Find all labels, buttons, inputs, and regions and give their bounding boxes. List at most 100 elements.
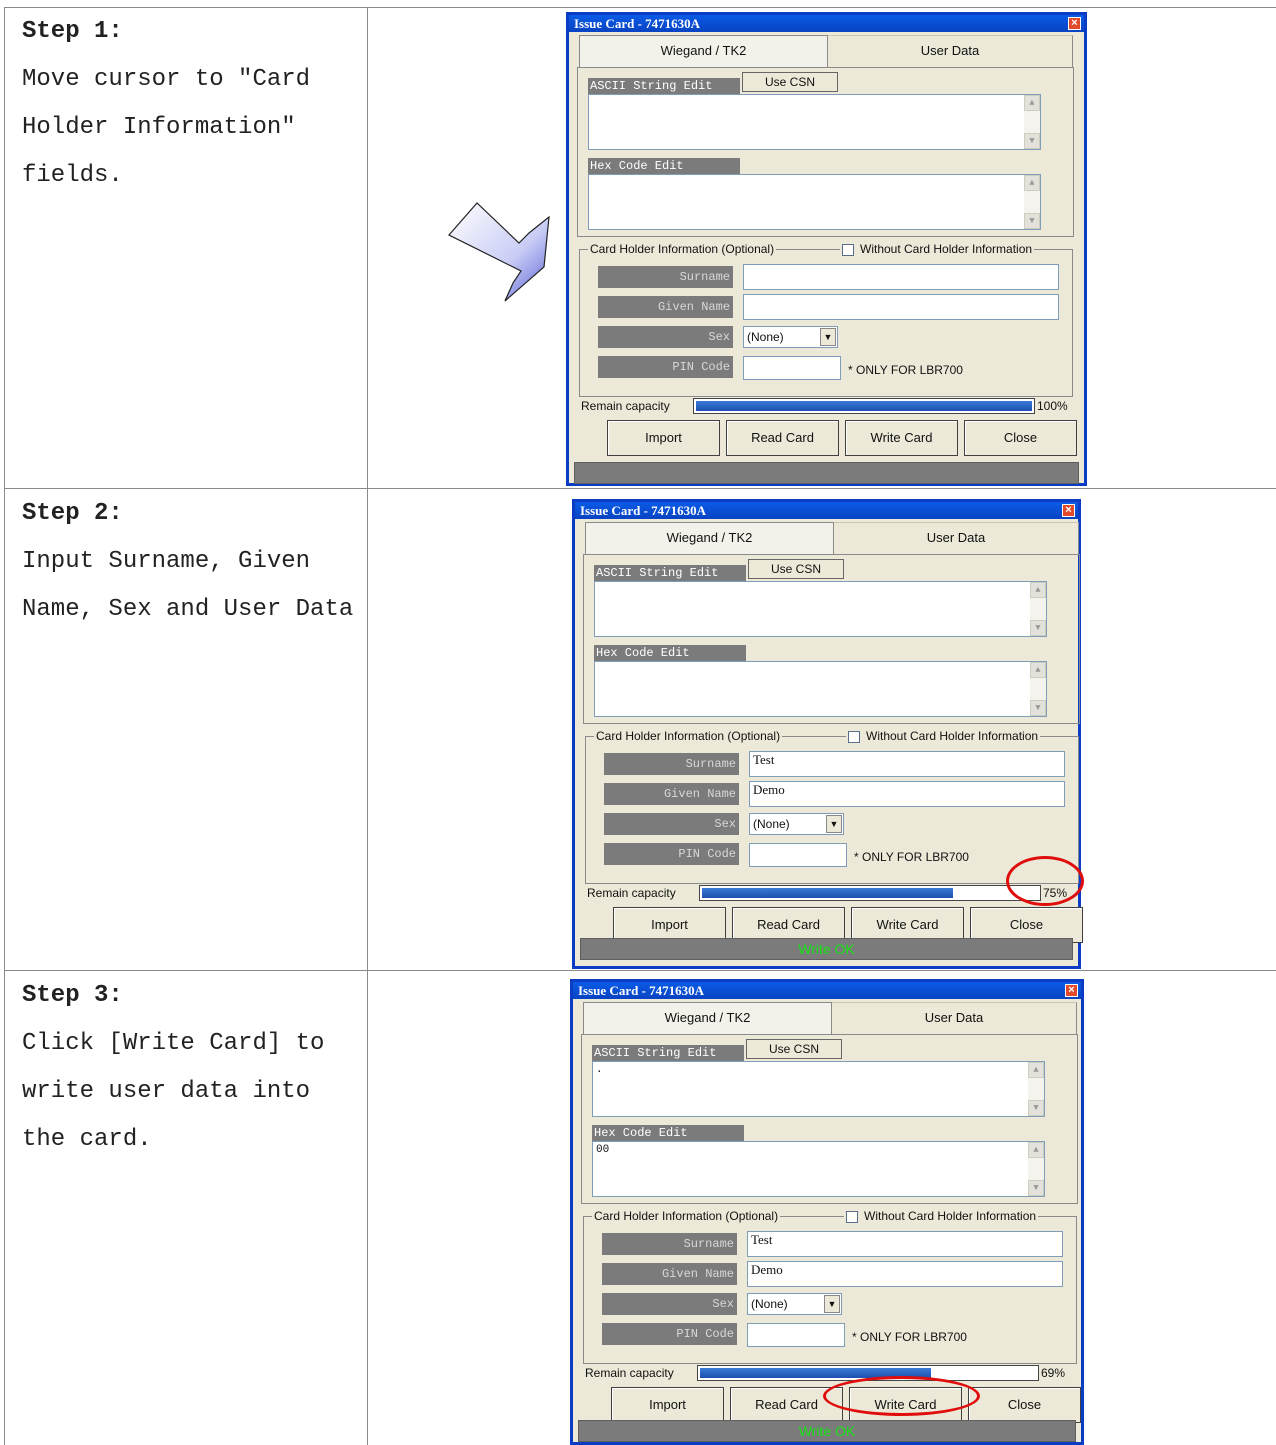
close-button[interactable]: Close: [964, 420, 1077, 456]
surname-input[interactable]: [743, 264, 1059, 290]
hex-code-input[interactable]: ▲ ▼: [588, 174, 1041, 230]
step-2-text: Step 2: Input Surname, Given Name, Sex a…: [22, 490, 362, 634]
close-button[interactable]: Close: [968, 1387, 1081, 1423]
issue-card-dialog: Issue Card - 7471630A × Wiegand / TK2 Us…: [572, 499, 1083, 969]
scroll-up-icon[interactable]: ▲: [1030, 582, 1046, 598]
tab-user-data[interactable]: User Data: [832, 1002, 1077, 1034]
sex-select[interactable]: (None) ▼: [747, 1293, 842, 1315]
surname-label: Surname: [604, 753, 739, 775]
capacity-progress-fill: [696, 401, 1032, 411]
scroll-up-icon[interactable]: ▲: [1024, 95, 1040, 111]
given-name-label: Given Name: [604, 783, 739, 805]
title-bar[interactable]: Issue Card - 7471630A ×: [575, 502, 1078, 519]
tab-user-data[interactable]: User Data: [828, 35, 1073, 67]
hex-scrollbar[interactable]: ▲ ▼: [1030, 662, 1046, 716]
without-card-holder-checkbox[interactable]: [846, 1210, 858, 1223]
issue-card-dialog: Issue Card - 7471630A × Wiegand / TK2 Us…: [570, 979, 1084, 1445]
scroll-down-icon[interactable]: ▼: [1030, 700, 1046, 716]
without-card-holder-label: Without Card Holder Information: [866, 729, 1039, 743]
scroll-down-icon[interactable]: ▼: [1028, 1100, 1044, 1116]
surname-input[interactable]: Test: [749, 751, 1065, 777]
write-card-button[interactable]: Write Card: [845, 420, 958, 456]
table-border-mid: [367, 7, 368, 1445]
sex-select[interactable]: (None) ▼: [743, 326, 838, 348]
scroll-up-icon[interactable]: ▲: [1030, 662, 1046, 678]
ascii-string-input[interactable]: . ▲ ▼: [592, 1061, 1045, 1117]
step-3-body: Click [Write Card] to write user data in…: [22, 1030, 325, 1153]
without-card-holder-option[interactable]: Without Card Holder Information: [840, 242, 1035, 256]
sex-label: Sex: [598, 326, 733, 348]
given-name-input[interactable]: [743, 294, 1059, 320]
hex-scrollbar[interactable]: ▲ ▼: [1028, 1142, 1044, 1196]
hex-code-input[interactable]: ▲ ▼: [594, 661, 1047, 717]
use-csn-button[interactable]: Use CSN: [746, 1039, 842, 1059]
card-holder-group-label: Card Holder Information (Optional): [588, 242, 777, 256]
chevron-down-icon[interactable]: ▼: [820, 328, 836, 346]
capacity-percent: 69%: [1041, 1366, 1066, 1380]
close-icon[interactable]: ×: [1062, 504, 1075, 517]
dialog-title: Issue Card - 7471630A: [578, 983, 705, 998]
pin-code-label: PIN Code: [604, 843, 739, 865]
hex-code-value: 00: [596, 1144, 610, 1156]
pin-code-input[interactable]: [743, 356, 841, 380]
close-icon[interactable]: ×: [1065, 984, 1078, 997]
sex-label: Sex: [602, 1293, 737, 1315]
step-1-title: Step 1:: [22, 18, 123, 45]
chevron-down-icon[interactable]: ▼: [824, 1295, 840, 1313]
ascii-string-label: ASCII String Edit: [588, 78, 740, 94]
title-bar[interactable]: Issue Card - 7471630A ×: [569, 15, 1084, 32]
remain-capacity-label: Remain capacity: [587, 886, 676, 900]
without-card-holder-checkbox[interactable]: [842, 243, 854, 256]
import-button[interactable]: Import: [611, 1387, 724, 1423]
surname-input[interactable]: Test: [747, 1231, 1063, 1257]
title-bar[interactable]: Issue Card - 7471630A ×: [573, 982, 1081, 999]
tab-wiegand-tk2[interactable]: Wiegand / TK2: [585, 522, 834, 554]
card-holder-group: Card Holder Information (Optional) Witho…: [585, 729, 1079, 884]
given-name-input[interactable]: Demo: [747, 1261, 1063, 1287]
ascii-string-input[interactable]: ▲ ▼: [594, 581, 1047, 637]
remain-capacity-label: Remain capacity: [585, 1366, 674, 1380]
hex-scrollbar[interactable]: ▲ ▼: [1024, 175, 1040, 229]
scroll-down-icon[interactable]: ▼: [1030, 620, 1046, 636]
scroll-down-icon[interactable]: ▼: [1024, 213, 1040, 229]
sex-select[interactable]: (None) ▼: [749, 813, 844, 835]
table-border-left: [4, 7, 5, 1445]
ascii-string-input[interactable]: ▲ ▼: [588, 94, 1041, 150]
tab-wiegand-tk2[interactable]: Wiegand / TK2: [579, 35, 828, 67]
chevron-down-icon[interactable]: ▼: [826, 815, 842, 833]
read-card-button[interactable]: Read Card: [726, 420, 839, 456]
scroll-down-icon[interactable]: ▼: [1024, 133, 1040, 149]
without-card-holder-option[interactable]: Without Card Holder Information: [844, 1209, 1039, 1223]
pin-code-input[interactable]: [749, 843, 847, 867]
without-card-holder-checkbox[interactable]: [848, 730, 860, 743]
import-button[interactable]: Import: [607, 420, 720, 456]
given-name-label: Given Name: [602, 1263, 737, 1285]
without-card-holder-option[interactable]: Without Card Holder Information: [846, 729, 1041, 743]
user-data-panel: ASCII String Edit Use CSN ▲ ▼ Hex Code E…: [577, 67, 1074, 237]
given-name-input[interactable]: Demo: [749, 781, 1065, 807]
capacity-highlight-annotation: [1006, 856, 1084, 906]
pin-code-input[interactable]: [747, 1323, 845, 1347]
scroll-down-icon[interactable]: ▼: [1028, 1180, 1044, 1196]
tab-user-data[interactable]: User Data: [834, 522, 1079, 554]
tab-wiegand-tk2[interactable]: Wiegand / TK2: [583, 1002, 832, 1034]
scroll-up-icon[interactable]: ▲: [1024, 175, 1040, 191]
capacity-progress-bar: [699, 885, 1041, 901]
use-csn-button[interactable]: Use CSN: [748, 559, 844, 579]
table-border-row2: [4, 970, 1276, 971]
ascii-scrollbar[interactable]: ▲ ▼: [1030, 582, 1046, 636]
sex-select-value: (None): [753, 817, 790, 831]
scroll-up-icon[interactable]: ▲: [1028, 1142, 1044, 1158]
step-3-title: Step 3:: [22, 982, 123, 1009]
close-icon[interactable]: ×: [1068, 17, 1081, 30]
pin-code-label: PIN Code: [598, 356, 733, 378]
scroll-up-icon[interactable]: ▲: [1028, 1062, 1044, 1078]
pin-note: * ONLY FOR LBR700: [848, 363, 963, 377]
ascii-scrollbar[interactable]: ▲ ▼: [1028, 1062, 1044, 1116]
surname-label: Surname: [602, 1233, 737, 1255]
use-csn-button[interactable]: Use CSN: [742, 72, 838, 92]
write-card-highlight-annotation: [823, 1376, 980, 1416]
ascii-scrollbar[interactable]: ▲ ▼: [1024, 95, 1040, 149]
hex-code-label: Hex Code Edit: [592, 1125, 744, 1141]
hex-code-input[interactable]: 00 ▲ ▼: [592, 1141, 1045, 1197]
